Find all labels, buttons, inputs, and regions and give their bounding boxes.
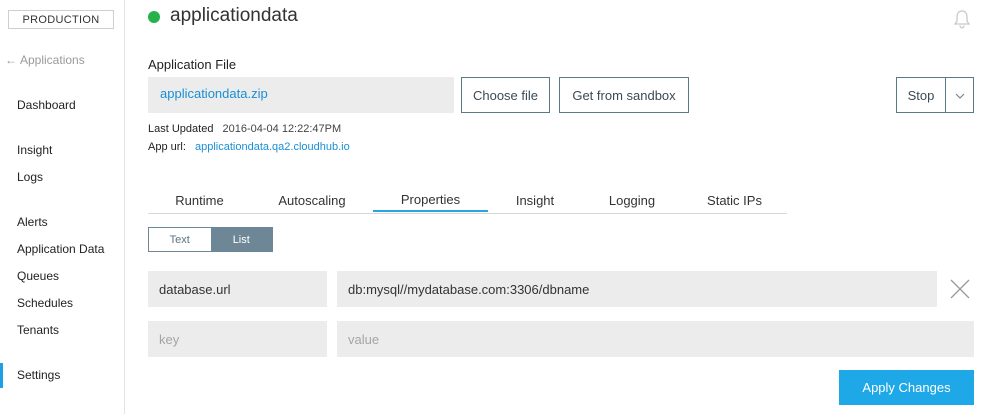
sidebar-item-schedules[interactable]: Schedules	[17, 296, 73, 310]
arrow-left-icon: ←	[5, 53, 17, 67]
tab-static-ips[interactable]: Static IPs	[682, 188, 787, 212]
last-updated-value: 2016-04-04 12:22:47PM	[222, 123, 342, 135]
chevron-down-icon	[955, 86, 965, 104]
tab-runtime[interactable]: Runtime	[148, 188, 251, 212]
property-value-field[interactable]: db:mysql//mydatabase.com:3306/dbname	[337, 271, 937, 307]
application-file-field[interactable]: applicationdata.zip	[148, 77, 454, 113]
sidebar-item-alerts[interactable]: Alerts	[17, 215, 48, 229]
bell-icon[interactable]	[953, 9, 971, 29]
active-indicator	[0, 363, 3, 388]
sidebar-item-application-data[interactable]: Application Data	[17, 242, 104, 256]
sidebar-item-tenants[interactable]: Tenants	[17, 323, 59, 337]
apply-changes-button[interactable]: Apply Changes	[839, 370, 974, 405]
back-to-applications-link[interactable]: ← Applications	[5, 53, 85, 67]
settings-tabs: Runtime Autoscaling Properties Insight L…	[148, 188, 787, 214]
tab-properties[interactable]: Properties	[373, 188, 488, 212]
page-title: applicationdata	[170, 5, 298, 26]
close-icon[interactable]	[947, 276, 973, 302]
last-updated-label: Last Updated	[148, 123, 214, 135]
new-value-input[interactable]: value	[337, 321, 974, 357]
view-toggle: Text List	[148, 227, 273, 252]
sidebar: PRODUCTION ← Applications Dashboard Insi…	[0, 0, 125, 414]
sidebar-item-queues[interactable]: Queues	[17, 269, 59, 283]
tab-logging[interactable]: Logging	[582, 188, 682, 212]
text-view-option[interactable]: Text	[149, 228, 211, 251]
app-url-link[interactable]: applicationdata.qa2.cloudhub.io	[195, 141, 350, 153]
sidebar-item-insight[interactable]: Insight	[17, 143, 52, 157]
app-url-label: App url:	[148, 141, 186, 153]
list-view-option[interactable]: List	[210, 228, 272, 251]
choose-file-button[interactable]: Choose file	[461, 77, 550, 113]
sidebar-item-logs[interactable]: Logs	[17, 170, 43, 184]
stop-dropdown-button[interactable]	[945, 77, 974, 113]
property-key-field[interactable]: database.url	[148, 271, 327, 307]
new-key-input[interactable]: key	[148, 321, 327, 357]
environment-badge[interactable]: PRODUCTION	[8, 10, 114, 29]
sidebar-item-settings[interactable]: Settings	[17, 368, 60, 382]
stop-button[interactable]: Stop	[896, 77, 946, 113]
last-updated-line: Last Updated 2016-04-04 12:22:47PM	[148, 123, 341, 135]
tab-insight[interactable]: Insight	[488, 188, 582, 212]
get-from-sandbox-button[interactable]: Get from sandbox	[559, 77, 689, 113]
status-indicator	[148, 11, 160, 23]
back-link-label: Applications	[20, 53, 85, 67]
tab-autoscaling[interactable]: Autoscaling	[251, 188, 373, 212]
app-url-line: App url: applicationdata.qa2.cloudhub.io	[148, 141, 350, 153]
sidebar-item-dashboard[interactable]: Dashboard	[17, 98, 76, 112]
application-file-label: Application File	[148, 57, 237, 72]
